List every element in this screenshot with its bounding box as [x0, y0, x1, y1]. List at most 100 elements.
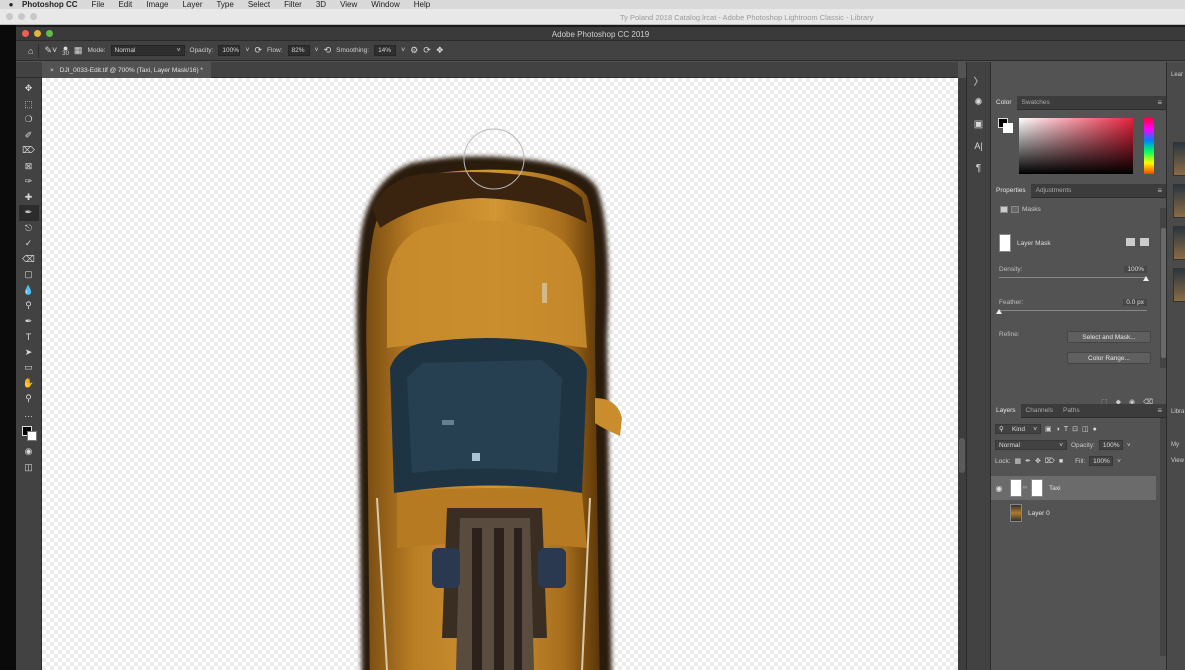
density-slider-knob[interactable]: [1143, 276, 1149, 281]
color-field[interactable]: [1019, 118, 1133, 174]
flow-input[interactable]: 82%: [287, 45, 310, 56]
frame-tool-icon[interactable]: ⊠: [19, 159, 39, 175]
hand-tool-icon[interactable]: ✋: [19, 376, 39, 392]
opacity-input[interactable]: 100%: [218, 45, 241, 56]
lock-transparency-icon[interactable]: ▦: [1015, 457, 1022, 465]
menu-window[interactable]: Window: [371, 0, 399, 9]
feather-slider-knob[interactable]: [996, 309, 1002, 314]
shape-tool-icon[interactable]: ▭: [19, 360, 39, 376]
layer-row-taxi[interactable]: ◉ ∞ Taxi: [991, 476, 1156, 500]
link-icon[interactable]: ∞: [1022, 485, 1028, 491]
panel-menu-icon[interactable]: ≡: [1157, 406, 1162, 415]
lr-zoom-button[interactable]: [30, 13, 37, 20]
menu-3d[interactable]: 3D: [316, 0, 326, 9]
filter-smart-object-icon[interactable]: ◫: [1082, 425, 1089, 433]
screen-mode-icon[interactable]: ◫: [19, 460, 39, 476]
menu-filter[interactable]: Filter: [284, 0, 302, 9]
chevron-down-icon[interactable]: ˅: [1117, 458, 1121, 465]
filter-shape-icon[interactable]: ⊡: [1072, 425, 1078, 433]
history-panel-icon[interactable]: 〉: [974, 72, 984, 88]
vector-mask-icon[interactable]: [1011, 206, 1019, 213]
filter-type-icon[interactable]: T: [1064, 426, 1068, 433]
apple-menu-icon[interactable]: ●: [0, 0, 22, 9]
background-color-swatch[interactable]: [26, 431, 37, 441]
learn-thumbnail[interactable]: [1173, 142, 1185, 176]
pressure-opacity-icon[interactable]: ⟳: [254, 45, 262, 56]
tab-adjustments[interactable]: Adjustments: [1031, 184, 1077, 198]
filter-kind-select[interactable]: ⚲ Kind ˅: [995, 424, 1041, 434]
background-color-chip[interactable]: [1003, 123, 1013, 133]
learn-panel-icon[interactable]: ✺: [974, 94, 982, 110]
lock-all-icon[interactable]: ■: [1059, 458, 1063, 465]
paragraph-panel-icon[interactable]: ¶: [976, 160, 981, 176]
type-tool-icon[interactable]: T: [19, 329, 39, 345]
brush-size-picker[interactable]: ● 30: [62, 43, 69, 57]
marquee-tool-icon[interactable]: ⬚: [19, 97, 39, 113]
filter-adjustment-icon[interactable]: ◑: [1056, 426, 1060, 433]
filter-toggle-icon[interactable]: ●: [1093, 426, 1097, 433]
symmetry-icon[interactable]: ❖: [436, 45, 444, 56]
lock-position-icon[interactable]: ✥: [1035, 457, 1041, 465]
color-swatches[interactable]: [19, 422, 39, 444]
brush-tool-icon[interactable]: ✒: [18, 205, 39, 221]
learn-thumbnail[interactable]: [1173, 226, 1185, 260]
close-icon[interactable]: ×: [50, 67, 54, 74]
menu-select[interactable]: Select: [248, 0, 270, 9]
feather-value[interactable]: 0.0 px: [1123, 299, 1147, 306]
document-tab[interactable]: × DJI_0033-Edit.tif @ 700% (Taxi, Layer …: [42, 62, 211, 78]
color-range-button[interactable]: Color Range...: [1067, 352, 1151, 364]
select-and-mask-button[interactable]: Select and Mask...: [1067, 331, 1151, 343]
pen-tool-icon[interactable]: ✒: [19, 314, 39, 330]
learn-thumbnail[interactable]: [1173, 268, 1185, 302]
pixel-mask-icon[interactable]: [1000, 206, 1008, 213]
zoom-tool-icon[interactable]: ⚲: [19, 391, 39, 407]
chevron-down-icon[interactable]: ˅: [1127, 442, 1131, 449]
menu-image[interactable]: Image: [146, 0, 168, 9]
canvas-scrollbar[interactable]: [958, 78, 966, 670]
lr-close-button[interactable]: [6, 13, 13, 20]
opacity-dropdown-icon[interactable]: ˅: [245, 47, 249, 54]
menu-edit[interactable]: Edit: [118, 0, 132, 9]
gradient-tool-icon[interactable]: ▢: [19, 267, 39, 283]
more-tools-icon[interactable]: …: [19, 407, 39, 423]
blur-tool-icon[interactable]: 💧: [19, 283, 39, 299]
mode-select[interactable]: Normal ˅: [110, 45, 185, 56]
lock-artboard-icon[interactable]: ⌦: [1045, 457, 1055, 465]
quick-select-tool-icon[interactable]: ✐: [19, 128, 39, 144]
learn-thumbnail[interactable]: [1173, 184, 1185, 218]
tab-color[interactable]: Color: [991, 95, 1017, 110]
smoothing-input[interactable]: 14%: [374, 45, 397, 56]
eye-icon[interactable]: ◉: [991, 484, 1007, 493]
layers-opacity-input[interactable]: 100%: [1098, 440, 1123, 450]
lasso-tool-icon[interactable]: ❍: [19, 112, 39, 128]
tab-channels[interactable]: Channels: [1021, 404, 1058, 418]
gear-icon[interactable]: ⚙: [410, 45, 418, 56]
smoothing-dropdown-icon[interactable]: ˅: [401, 47, 405, 54]
dodge-tool-icon[interactable]: ⚲: [19, 298, 39, 314]
panel-menu-icon[interactable]: ≡: [1157, 98, 1162, 107]
tab-paths[interactable]: Paths: [1058, 404, 1085, 418]
crop-tool-icon[interactable]: ⌦: [19, 143, 39, 159]
tab-swatches[interactable]: Swatches: [1017, 96, 1055, 110]
brush-settings-icon[interactable]: ▦: [74, 45, 83, 56]
menu-file[interactable]: File: [92, 0, 105, 9]
blend-mode-select[interactable]: Normal ˅: [995, 440, 1067, 450]
menu-help[interactable]: Help: [414, 0, 430, 9]
view-label[interactable]: View: [1171, 458, 1184, 464]
libraries-tab-label[interactable]: Libra: [1171, 409, 1184, 415]
stamp-tool-icon[interactable]: ⎋: [19, 221, 39, 237]
path-select-tool-icon[interactable]: ➤: [19, 345, 39, 361]
hue-slider[interactable]: [1144, 118, 1154, 174]
eyedropper-tool-icon[interactable]: ✑: [19, 174, 39, 190]
brush-tool-preset-icon[interactable]: ✎˅: [44, 45, 57, 56]
menu-type[interactable]: Type: [216, 0, 233, 9]
document-canvas[interactable]: [42, 78, 958, 670]
airbrush-icon[interactable]: ⟲: [324, 45, 332, 56]
scrollbar-thumb[interactable]: [959, 438, 965, 473]
tab-properties[interactable]: Properties: [991, 183, 1031, 198]
learn-tab-label[interactable]: Lear: [1171, 72, 1183, 78]
brushes-panel-icon[interactable]: ▣: [974, 116, 983, 132]
history-brush-icon[interactable]: ✓: [19, 236, 39, 252]
feather-slider[interactable]: [999, 310, 1147, 311]
density-value[interactable]: 100%: [1124, 266, 1147, 273]
